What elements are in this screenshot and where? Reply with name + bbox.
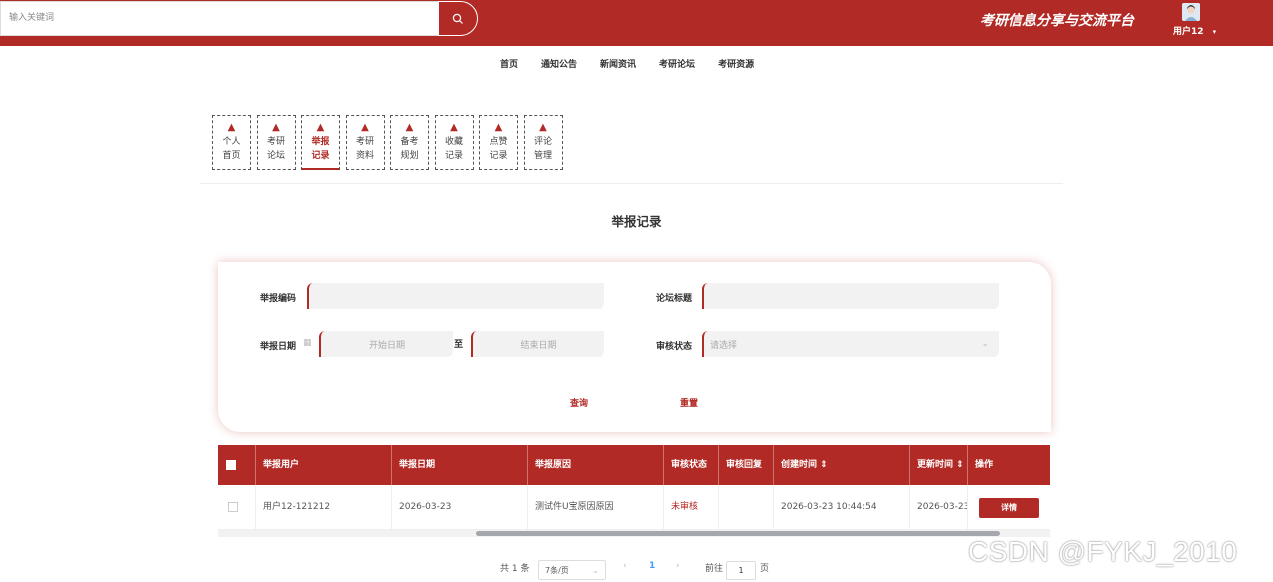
- tab-label: 点赞记录: [489, 137, 508, 161]
- chevron-down-icon: ⌄: [592, 565, 599, 575]
- tab-forum[interactable]: ▲ 考研论坛: [256, 115, 296, 170]
- cell-date: 2026-03-23: [392, 485, 528, 530]
- cell-user: 用户12-121212: [256, 485, 392, 530]
- prev-page-icon[interactable]: ‹: [623, 561, 627, 571]
- avatar[interactable]: [1182, 3, 1200, 21]
- search-form: 举报编码 论坛标题 举报日期 ▦ 开始日期 至 结束日期 审核状态 请选择 ⌄ …: [218, 262, 1051, 432]
- tab-label: 考研论坛: [266, 137, 285, 161]
- page-title: 举报记录: [611, 214, 662, 229]
- detail-button[interactable]: 详情: [979, 498, 1039, 518]
- flame-icon: ▲: [361, 122, 369, 133]
- status-label: 审核状态: [656, 342, 693, 352]
- top-header: 输入关键词 考研信息分享与交流平台 用户12 ▾: [0, 0, 1273, 46]
- tab-favorites[interactable]: ▲ 收藏记录: [434, 115, 474, 170]
- select-all-checkbox[interactable]: [218, 445, 256, 485]
- tab-label: 个人首页: [222, 137, 241, 161]
- chevron-down-icon: ⌄: [981, 339, 989, 349]
- watermark: CSDN @FYKJ_2010: [968, 536, 1238, 567]
- flame-icon: ▲: [272, 122, 280, 133]
- end-date-input[interactable]: 结束日期: [471, 331, 604, 357]
- search-icon: [452, 13, 463, 24]
- flame-icon: ▲: [450, 122, 458, 133]
- tab-label: 收藏记录: [444, 137, 463, 161]
- row-checkbox[interactable]: [218, 485, 256, 530]
- avatar-image: [1182, 3, 1200, 21]
- tab-likes[interactable]: ▲ 点赞记录: [479, 115, 518, 170]
- report-no-input[interactable]: [307, 283, 604, 309]
- nav-item-resources[interactable]: 考研资源: [718, 57, 754, 70]
- tab-materials[interactable]: ▲ 考研资料: [345, 115, 385, 170]
- flame-icon: ▲: [539, 122, 547, 133]
- reset-button[interactable]: 重置: [680, 396, 698, 409]
- cell-status: 未审核: [664, 485, 719, 530]
- search-button[interactable]: [438, 1, 478, 36]
- report-table: 举报用户 举报日期 举报原因 审核状态 审核回复 创建时间 ⇕ 更新时间 ⇕ 操…: [218, 445, 1050, 538]
- horizontal-scrollbar[interactable]: [476, 531, 1000, 536]
- flame-icon: ▲: [494, 122, 503, 133]
- nav-item-home[interactable]: 首页: [500, 57, 518, 70]
- tab-profile[interactable]: ▲ 个人首页: [212, 115, 251, 170]
- current-page[interactable]: 1: [649, 561, 655, 571]
- table-header: 举报用户 举报日期 举报原因 审核状态 审核回复 创建时间 ⇕ 更新时间 ⇕ 操…: [218, 445, 1050, 485]
- cell-reason: 测试件U宝原因原因: [528, 485, 664, 530]
- center-tabs: ▲ 个人首页 ▲ 考研论坛 ▲ 举报记录 ▲ 考研资料 ▲ 备考规划 ▲ 收藏记…: [212, 115, 568, 170]
- query-button[interactable]: 查询: [570, 396, 588, 409]
- nav-item-notices[interactable]: 通知公告: [541, 57, 577, 70]
- calendar-icon: ▦: [303, 338, 312, 348]
- forum-title-label: 论坛标题: [656, 294, 693, 304]
- divider: [200, 183, 1063, 184]
- pagination-total: 共 1 条: [500, 564, 530, 574]
- col-report-reason: 举报原因: [528, 445, 664, 485]
- col-actions: 操作: [975, 460, 994, 470]
- col-created[interactable]: 创建时间 ⇕: [774, 445, 910, 485]
- forum-title-input[interactable]: [702, 283, 999, 309]
- main-nav: 首页 通知公告 新闻资讯 考研论坛 考研资源: [500, 57, 777, 70]
- col-reply: 审核回复: [719, 445, 774, 485]
- tab-label: 备考规划: [400, 137, 419, 161]
- search-input[interactable]: 输入关键词: [0, 1, 440, 36]
- username: 用户12: [1173, 27, 1204, 37]
- tab-label: 举报记录: [311, 137, 330, 161]
- table-row: 用户12-121212 2026-03-23 测试件U宝原因原因 未审核 202…: [218, 485, 1050, 530]
- goto-page-input[interactable]: 1: [726, 561, 756, 580]
- flame-icon: ▲: [405, 122, 414, 133]
- tab-label: 评论管理: [533, 137, 552, 161]
- page-suffix: 页: [760, 564, 770, 574]
- sort-icon: ⇕: [956, 460, 964, 470]
- col-updated[interactable]: 更新时间 ⇕: [910, 445, 968, 485]
- nav-item-forum[interactable]: 考研论坛: [659, 57, 695, 70]
- search-bar: 输入关键词: [0, 1, 478, 36]
- col-report-date: 举报日期: [392, 445, 528, 485]
- tab-label: 考研资料: [355, 137, 374, 161]
- next-page-icon[interactable]: ›: [676, 561, 680, 571]
- report-date-label: 举报日期: [260, 342, 297, 352]
- chevron-down-icon: ▾: [1212, 28, 1217, 36]
- cell-created: 2026-03-23 10:44:54: [774, 485, 910, 530]
- goto-label: 前往: [705, 564, 724, 574]
- status-select[interactable]: 请选择 ⌄: [702, 331, 999, 357]
- status-select-value: 请选择: [710, 340, 738, 351]
- start-date-input[interactable]: 开始日期: [319, 331, 453, 357]
- tab-reports[interactable]: ▲ 举报记录: [301, 115, 340, 170]
- col-status: 审核状态: [664, 445, 719, 485]
- tab-comments[interactable]: ▲ 评论管理: [523, 115, 563, 170]
- col-report-user: 举报用户: [256, 445, 392, 485]
- site-title: 考研信息分享与交流平台: [980, 13, 1134, 29]
- cell-updated: 2026-03-23: [910, 485, 968, 530]
- flame-icon: ▲: [316, 122, 325, 133]
- user-menu[interactable]: 用户12 ▾: [1173, 24, 1216, 37]
- cell-reply: [719, 485, 774, 530]
- tab-plan[interactable]: ▲ 备考规划: [390, 115, 429, 170]
- to-label: 至: [454, 340, 464, 350]
- sort-icon: ⇕: [820, 460, 828, 470]
- flame-icon: ▲: [227, 122, 236, 133]
- nav-item-news[interactable]: 新闻资讯: [600, 57, 636, 70]
- report-no-label: 举报编码: [260, 294, 297, 304]
- page-size-select[interactable]: 7条/页 ⌄: [538, 560, 606, 580]
